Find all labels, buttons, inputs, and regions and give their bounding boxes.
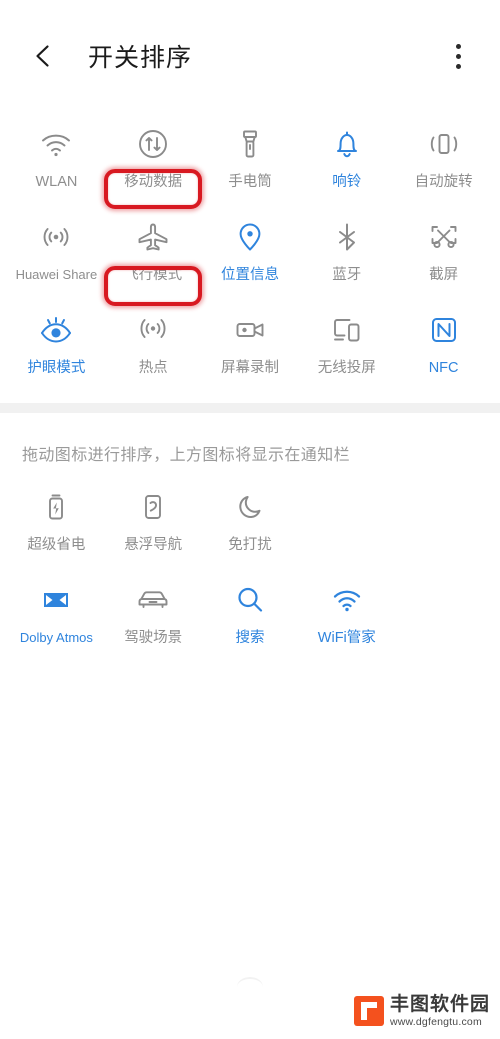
tile-label: 移动数据 xyxy=(124,174,183,190)
tile-label: Dolby Atmos xyxy=(19,630,93,645)
bluetooth-icon xyxy=(330,215,364,259)
tile-flashlight[interactable]: 手电筒 xyxy=(202,112,299,205)
tile-do-not-disturb[interactable]: 免打扰 xyxy=(202,475,299,568)
tile-label: 飞行模式 xyxy=(124,267,183,283)
cast-screen-icon xyxy=(330,308,364,352)
notification-panel-grid: WLAN 移动数据 手电筒 响铃 自动旋转 Huawei Share 飞行模式 … xyxy=(0,112,500,391)
floating-nav-icon xyxy=(136,485,170,529)
tile-screenshot[interactable]: 截屏 xyxy=(395,205,492,298)
wifi-icon xyxy=(39,122,73,166)
arrow-left-icon xyxy=(36,45,49,67)
tile-nfc[interactable]: NFC xyxy=(395,298,492,391)
home-indicator xyxy=(237,977,263,987)
tile-label: 手电筒 xyxy=(228,174,272,190)
tile-location[interactable]: 位置信息 xyxy=(202,205,299,298)
dolby-atmos-icon xyxy=(39,578,73,622)
battery-saver-icon xyxy=(39,485,73,529)
app-header: 开关排序 xyxy=(0,0,500,112)
watermark-logo-icon xyxy=(353,995,384,1026)
overflow-menu-button[interactable] xyxy=(438,34,478,78)
tile-cast-screen[interactable]: 无线投屏 xyxy=(298,298,395,391)
back-button[interactable] xyxy=(22,33,68,79)
flashlight-icon xyxy=(233,122,267,166)
kebab-menu-icon xyxy=(455,53,461,59)
tile-ringer[interactable]: 响铃 xyxy=(298,112,395,205)
kebab-menu-icon xyxy=(455,63,461,69)
hotspot-icon xyxy=(136,308,170,352)
hidden-tiles-grid: 超级省电 悬浮导航 免打扰 Dolby Atmos 驾驶场景 搜索 WiFi管家 xyxy=(0,475,500,661)
tile-label: 屏幕录制 xyxy=(220,360,279,376)
tile-empty-slot xyxy=(395,475,492,568)
tile-label: NFC xyxy=(428,360,459,376)
tile-wlan[interactable]: WLAN xyxy=(8,112,105,205)
moon-dnd-icon xyxy=(233,485,267,529)
tile-empty-slot xyxy=(395,568,492,661)
tile-label: 响铃 xyxy=(332,174,362,190)
reorder-hint-text: 拖动图标进行排序，上方图标将显示在通知栏 xyxy=(22,447,351,464)
wifi-manager-icon xyxy=(330,578,364,622)
mobile-data-icon xyxy=(136,122,170,166)
tile-label: WLAN xyxy=(35,174,78,190)
section-divider xyxy=(0,403,500,413)
airplane-icon xyxy=(135,215,171,259)
tile-eye-comfort[interactable]: 护眼模式 xyxy=(8,298,105,391)
tile-wifi-manager[interactable]: WiFi管家 xyxy=(298,568,395,661)
tile-label: 驾驶场景 xyxy=(124,630,183,646)
tile-auto-rotate[interactable]: 自动旋转 xyxy=(395,112,492,205)
quick-settings-reorder-screen: 开关排序 WLAN 移动数据 手电筒 响铃 自动旋转 Huawei Share … xyxy=(0,0,500,1039)
tile-hotspot[interactable]: 热点 xyxy=(105,298,202,391)
tile-label: 位置信息 xyxy=(220,267,279,283)
tile-airplane-mode[interactable]: 飞行模式 xyxy=(105,205,202,298)
tile-label: 护眼模式 xyxy=(27,360,86,376)
auto-rotate-icon xyxy=(427,122,461,166)
tile-label: WiFi管家 xyxy=(317,630,376,646)
tile-huawei-share[interactable]: Huawei Share xyxy=(8,205,105,298)
tile-label: 悬浮导航 xyxy=(124,537,183,553)
tile-label: 超级省电 xyxy=(27,537,86,553)
car-driving-icon xyxy=(135,578,171,622)
tile-label: Huawei Share xyxy=(15,267,98,282)
kebab-menu-icon xyxy=(455,43,461,49)
tile-mobile-data[interactable]: 移动数据 xyxy=(105,112,202,205)
tile-empty-slot xyxy=(298,475,395,568)
screen-record-icon xyxy=(233,308,267,352)
watermark-title: 丰图软件园 xyxy=(389,993,490,1015)
tile-driving-mode[interactable]: 驾驶场景 xyxy=(105,568,202,661)
location-pin-icon xyxy=(233,215,267,259)
tile-label: 截屏 xyxy=(429,267,459,283)
tile-label: 蓝牙 xyxy=(332,267,362,283)
tile-screen-record[interactable]: 屏幕录制 xyxy=(202,298,299,391)
tile-label: 免打扰 xyxy=(228,537,272,553)
huawei-share-icon xyxy=(39,215,73,259)
tile-label: 自动旋转 xyxy=(414,174,473,190)
tile-label: 热点 xyxy=(138,360,168,376)
tile-label: 无线投屏 xyxy=(317,360,376,376)
tile-label: 搜索 xyxy=(235,630,265,646)
watermark-url: www.dgfengtu.com xyxy=(389,1015,482,1028)
tile-search[interactable]: 搜索 xyxy=(202,568,299,661)
eye-comfort-icon xyxy=(38,308,74,352)
page-title: 开关排序 xyxy=(88,44,193,72)
bell-icon xyxy=(330,122,364,166)
screenshot-icon xyxy=(427,215,461,259)
site-watermark: 丰图软件园 www.dgfengtu.com xyxy=(353,993,490,1028)
tile-ultra-power-saving[interactable]: 超级省电 xyxy=(8,475,105,568)
search-icon xyxy=(233,578,267,622)
tile-floating-nav[interactable]: 悬浮导航 xyxy=(105,475,202,568)
nfc-icon xyxy=(427,308,461,352)
tile-bluetooth[interactable]: 蓝牙 xyxy=(298,205,395,298)
tile-dolby-atmos[interactable]: Dolby Atmos xyxy=(8,568,105,661)
